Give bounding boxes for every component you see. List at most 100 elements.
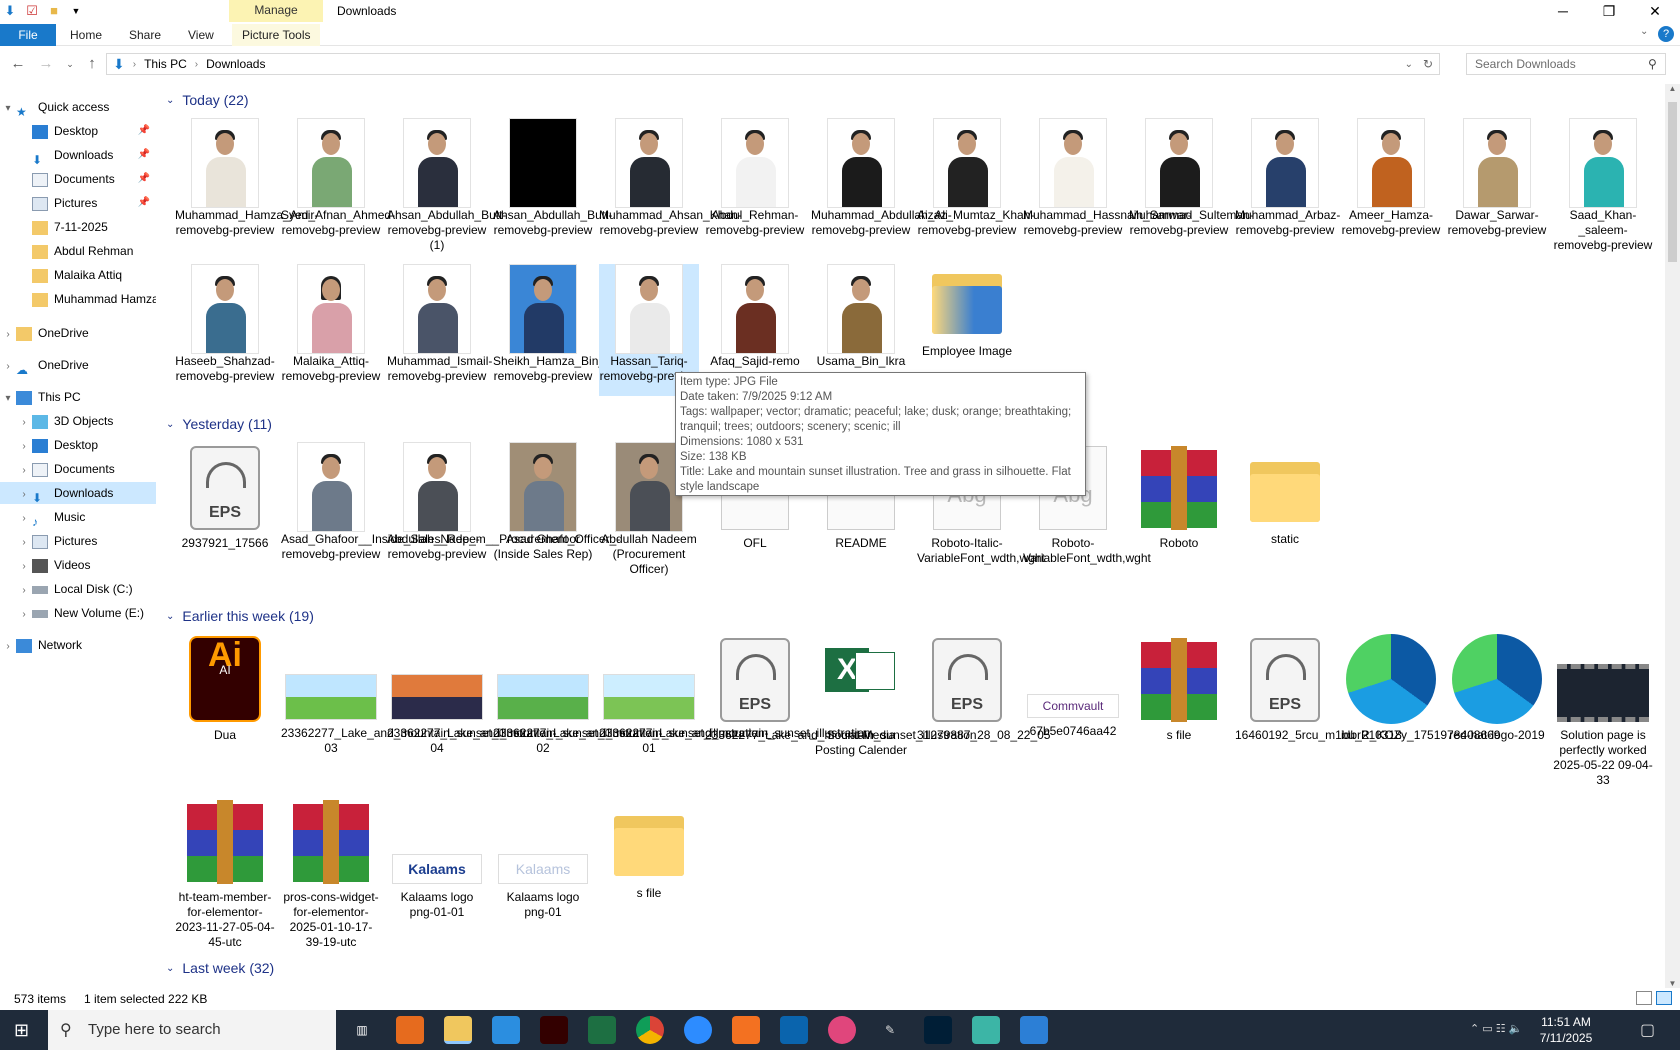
group-header-last-week[interactable]: ⌄ Last week (32) (166, 960, 274, 976)
sidebar-item-malaika-attiq[interactable]: Malaika Attiq (0, 264, 156, 286)
file-item[interactable]: idbrR_KOZy_1751978408669 (1341, 634, 1500, 743)
collapse-arrow-icon[interactable]: › (16, 412, 32, 432)
group-header-today[interactable]: ⌄ Today (22) (166, 92, 249, 108)
scrollbar-thumb[interactable] (1668, 102, 1677, 262)
group-header-yesterday[interactable]: ⌄ Yesterday (11) (166, 416, 272, 432)
tab-home[interactable]: Home (70, 24, 102, 46)
file-item[interactable]: Muhammad_Arbaz-removebg-preview (1235, 118, 1340, 238)
breadcrumb-downloads[interactable]: Downloads (206, 57, 265, 71)
tab-share[interactable]: Share (129, 24, 161, 46)
back-arrow-icon[interactable]: ← (8, 54, 28, 74)
sidebar-item-3d-objects[interactable]: › 3D Objects (0, 410, 156, 432)
file-item[interactable]: s file (599, 796, 699, 901)
refresh-icon[interactable]: ↻ (1423, 57, 1433, 71)
sidebar-item-new-volume[interactable]: › New Volume (E:) (0, 602, 156, 624)
file-item[interactable]: 23362277_Lake_and_mountain_sunset_illust… (387, 634, 663, 756)
breadcrumb-this-pc[interactable]: This PC (144, 57, 187, 71)
excel-icon[interactable] (588, 1016, 616, 1044)
zoom-icon[interactable] (684, 1016, 712, 1044)
file-item[interactable]: Muhammad_Hassnain_Sarwar-removebg-previe… (1023, 118, 1192, 238)
file-item[interactable]: 23362277_Lake_and_mountain_sunset_illust… (493, 634, 769, 756)
file-item[interactable]: s file (1129, 634, 1229, 743)
collapse-arrow-icon[interactable]: › (16, 604, 32, 624)
file-item[interactable]: Ahsan_Abdullah_Butt-removebg-preview (493, 118, 612, 238)
group-collapse-icon[interactable]: ⌄ (166, 963, 174, 974)
up-arrow-icon[interactable]: ↑ (82, 54, 102, 74)
collapse-arrow-icon[interactable]: › (0, 636, 16, 656)
sidebar-item-onedrive-1[interactable]: › OneDrive (0, 322, 156, 344)
recent-locations-icon[interactable]: ⌄ (60, 54, 80, 74)
file-item[interactable]: Kalaams Kalaams logo png-01 (493, 796, 593, 920)
sidebar-item-pictures[interactable]: Pictures 📌 (0, 192, 156, 214)
taskbar-clock[interactable]: 11:51 AM 7/11/2025 (1526, 1014, 1606, 1046)
pen-tool-icon[interactable]: ✎ (876, 1016, 904, 1044)
file-item[interactable]: Muhammad_Sulteman-removebg-preview (1129, 118, 1254, 238)
group-header-earlier-this-week[interactable]: ⌄ Earlier this week (19) (166, 608, 314, 624)
collapse-arrow-icon[interactable]: › (0, 356, 16, 376)
new-folder-icon[interactable]: ■ (46, 3, 62, 19)
sidebar-item-onedrive-2[interactable]: › ☁ OneDrive (0, 354, 156, 376)
address-bar[interactable]: ⬇ › This PC › Downloads ⌄ ↻ (106, 53, 1440, 75)
file-item[interactable]: Solution page is perfectly worked 2025-0… (1553, 634, 1653, 788)
minimize-button[interactable]: ─ (1540, 0, 1586, 24)
sidebar-item-this-pc[interactable]: ▾ This PC (0, 386, 156, 408)
file-item[interactable]: Afaq_Sajid-remo (705, 264, 805, 369)
windows-start-icon[interactable]: ⊞ (14, 1020, 29, 1041)
sidebar-item-pc-documents[interactable]: › Documents (0, 458, 156, 480)
search-icon[interactable]: ⚲ (1648, 57, 1657, 71)
file-item[interactable]: Haseeb_Shahzad-removebg-preview (175, 264, 275, 384)
scroll-down-icon[interactable]: ▼ (1665, 979, 1680, 988)
file-item[interactable]: EPS 23362277_Lake_and_mountain_sunset_ill… (705, 634, 977, 743)
file-item[interactable]: Muhammad_Ahsan_Khan-removebg-preview (599, 118, 742, 238)
taskbar-search-input[interactable]: Type here to search (48, 1010, 336, 1050)
file-item[interactable]: 23362277_Lake_and_mountain_sunset_illust… (599, 634, 875, 756)
collapse-arrow-icon[interactable]: › (16, 460, 32, 480)
help-icon[interactable]: ? (1658, 26, 1674, 42)
file-item[interactable]: Dawar_Sarwar-removebg-preview (1447, 118, 1547, 238)
details-view-icon[interactable] (1636, 991, 1652, 1005)
file-item[interactable]: Ai AI Dua (175, 634, 275, 743)
sidebar-item-downloads[interactable]: ⬇ Downloads 📌 (0, 144, 156, 166)
system-tray-icons[interactable]: ⌃ ▭ ☷ 🔈 (1470, 1022, 1522, 1035)
xampp-icon[interactable] (732, 1016, 760, 1044)
outlook-icon[interactable] (780, 1016, 808, 1044)
file-item[interactable]: EPS 31279887_28_08_22_05 (917, 634, 1050, 743)
group-collapse-icon[interactable]: ⌄ (166, 611, 174, 622)
sidebar-item-documents[interactable]: Documents 📌 (0, 168, 156, 190)
file-item[interactable]: Asad Ghafoor (Inside Sales Rep) (493, 442, 593, 562)
sidebar-item-network[interactable]: › Network (0, 634, 156, 656)
photoshop-icon[interactable] (924, 1016, 952, 1044)
collapse-arrow-icon[interactable]: › (16, 484, 32, 504)
search-input[interactable]: Search Downloads (1466, 53, 1666, 75)
sidebar-item-muhammad-hamza[interactable]: Muhammad Hamza (0, 288, 156, 310)
creative-cloud-icon[interactable] (828, 1016, 856, 1044)
file-item[interactable]: pros-cons-widget-for-elementor-2025-01-1… (281, 796, 381, 950)
firefox-icon[interactable] (396, 1016, 424, 1044)
file-item[interactable]: X Social Media Posting Calender (811, 634, 911, 758)
file-item[interactable]: Sheikh_Hamza_Bin_Sohail-removebg-preview (493, 264, 642, 384)
sidebar-item-abdul-rehman[interactable]: Abdul Rehman (0, 240, 156, 262)
file-item[interactable]: Kalaams Kalaams logo png-01-01 (387, 796, 487, 920)
chrome-icon[interactable] (636, 1016, 664, 1044)
file-item[interactable]: Syed_Afnan_Ahmed-removebg-preview (281, 118, 395, 238)
file-item[interactable]: red-hat-logo-2019 (1447, 634, 1547, 743)
file-item[interactable]: Abdul_Rehman-removebg-preview (705, 118, 805, 238)
collapse-arrow-icon[interactable]: › (0, 324, 16, 344)
illustrator-icon[interactable] (540, 1016, 568, 1044)
file-item[interactable]: Asad_Ghafoor__Inside_Sales_Rep_-removebg… (281, 442, 480, 562)
file-item[interactable]: EPS 16460192_5rcu_m1bu_210318 (1235, 634, 1402, 743)
expand-ribbon-icon[interactable]: ⌄ (1640, 26, 1648, 37)
customize-toolbar-icon[interactable]: ▼ (68, 3, 84, 19)
task-view-icon[interactable]: ▥ (348, 1016, 376, 1044)
collapse-arrow-icon[interactable]: › (16, 436, 32, 456)
file-item[interactable]: ht-team-member-for-elementor-2023-11-27-… (175, 796, 275, 950)
file-item[interactable]: Abdullah_Nadeem__Procurement_Officer_-re… (387, 442, 620, 562)
file-item[interactable]: Aizaz_Mumtaz_Khan-removebg-preview (917, 118, 1034, 238)
tab-file[interactable]: File (0, 24, 56, 46)
expand-arrow-icon[interactable]: ▾ (0, 98, 16, 118)
tab-picture-tools[interactable]: Picture Tools (232, 24, 321, 46)
downloads-arrow-icon[interactable]: ⬇ (2, 3, 18, 19)
collapse-arrow-icon[interactable]: › (16, 580, 32, 600)
sidebar-item-local-disk[interactable]: › Local Disk (C:) (0, 578, 156, 600)
notification-icon[interactable]: ▢ (1640, 1020, 1655, 1040)
